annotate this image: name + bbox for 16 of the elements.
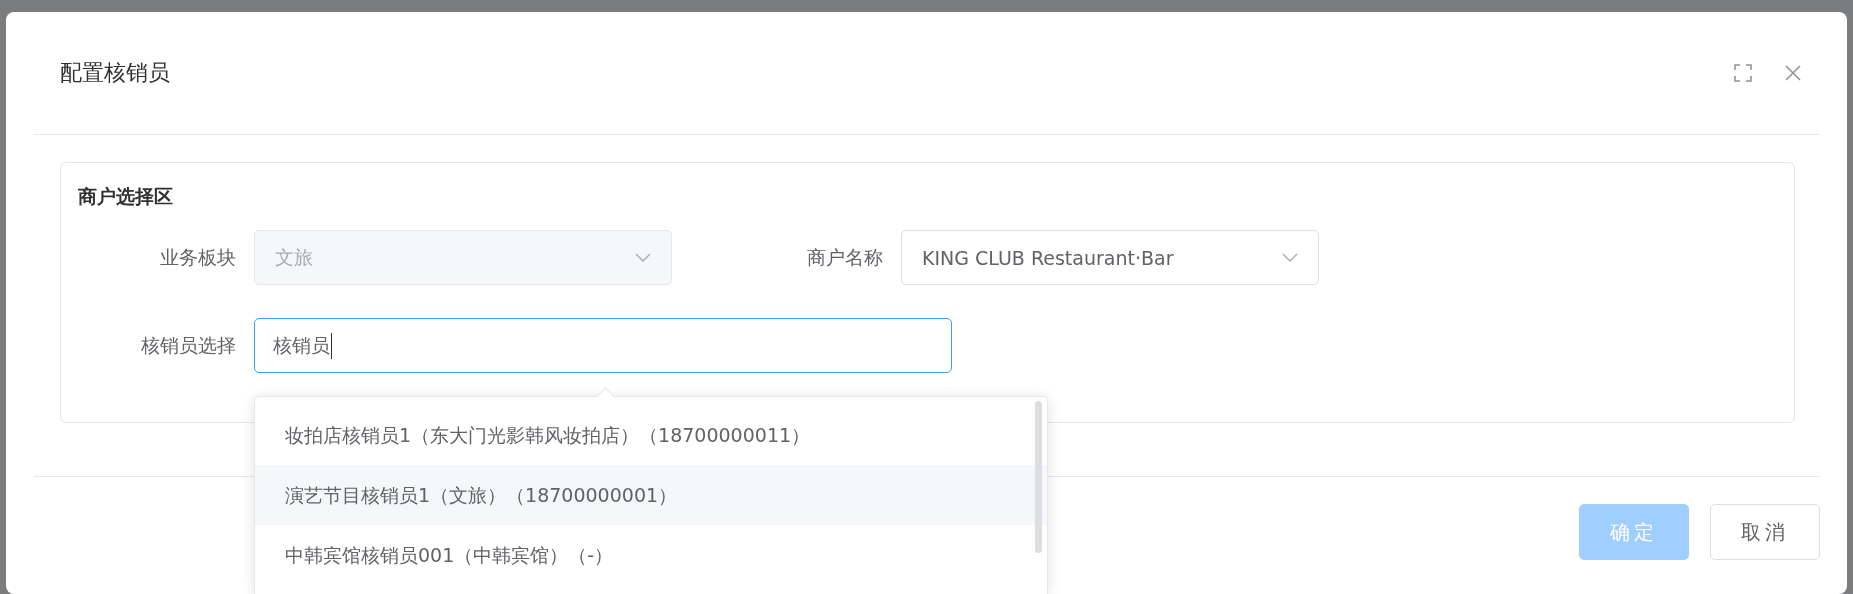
field-label: 业务板块 [159, 244, 236, 270]
fullscreen-icon[interactable] [1733, 63, 1753, 83]
dropdown-option[interactable]: 妆拍店核销员1（东大门光影韩风妆拍店）（18700000011） [255, 405, 1023, 465]
chevron-down-icon [635, 252, 651, 263]
chevron-down-icon [1282, 252, 1298, 263]
cancel-button[interactable]: 取消 [1710, 504, 1820, 560]
field-label: 核销员选择 [140, 332, 236, 358]
close-icon[interactable] [1783, 63, 1803, 83]
select-field[interactable]: KING CLUB Restaurant·Bar [901, 230, 1319, 285]
dropdown-option[interactable]: 演艺节目核销员1（文旅）（18700000001） [255, 465, 1047, 525]
scrollbar[interactable] [1035, 401, 1042, 553]
dropdown-option[interactable]: 中韩宾馆核销员001（中韩宾馆）（-） [255, 525, 1023, 585]
section-title: 商户选择区 [78, 184, 173, 209]
input-field[interactable]: 核销员 [254, 318, 952, 373]
field-label: 商户名称 [806, 244, 883, 270]
dialog-title: 配置核销员 [60, 59, 170, 87]
